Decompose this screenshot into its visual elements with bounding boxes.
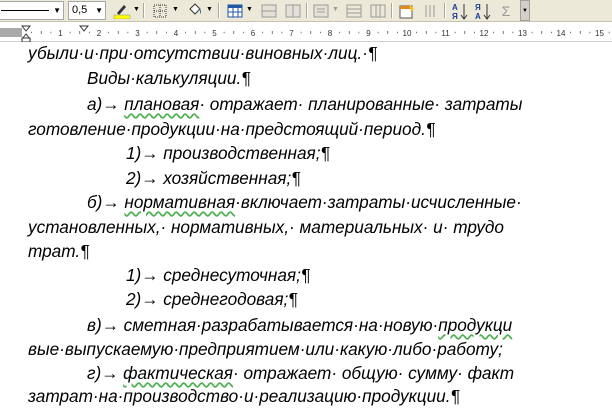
toolbar-separator [391, 3, 393, 18]
doc-line-12: в)→ сметная·разрабатывается·на·новую·про… [87, 315, 512, 336]
autosum-icon: Σ [501, 2, 511, 19]
table-icon [227, 4, 243, 17]
first-line-indent-marker[interactable] [20, 25, 32, 32]
ruler-number: 7 [289, 29, 294, 38]
doc-line-4: готовление·продукции·на·предстоящий·пери… [28, 119, 436, 139]
ruler-ticks: 1 2 3 4 5 6 7 8 9 10 11 12 13 14 15 [20, 25, 610, 42]
autoformat-icon [399, 3, 414, 18]
term-planned: плановая [124, 94, 200, 114]
ruler-number: 11 [441, 29, 450, 38]
distribute-rows-button[interactable] [344, 1, 364, 20]
border-width-combo[interactable]: 0,5 ▼ [68, 1, 106, 20]
doc-line-11: 2)→ среднегодовая;¶ [126, 289, 298, 309]
doc-line-8: установленных,· нормативных,· материальн… [28, 217, 504, 237]
doc-line-5: 1)→ производственная;¶ [126, 143, 330, 163]
line-style-combo[interactable]: ▼ [0, 1, 64, 20]
insert-table-button[interactable] [225, 1, 245, 20]
ruler-number: 4 [174, 29, 179, 38]
insert-table-dropdown-icon[interactable]: ▼ [246, 6, 253, 13]
toolbar-separator [218, 3, 220, 18]
ruler-number: 12 [480, 29, 489, 38]
sort-descending-icon: Я A [475, 3, 491, 20]
svg-text:Я: Я [475, 3, 481, 12]
formatting-toolbar: ▼ 0,5 ▼ ▼ ▼ ▼ ▼ ▼ A Я Я A Σ ▼ [0, 0, 612, 22]
doc-line-15: затрат·на·производство·и·реализацию·прод… [28, 386, 460, 406]
ruler-number: 9 [366, 29, 371, 38]
paint-bucket-icon [189, 3, 201, 15]
split-cells-button[interactable] [283, 1, 303, 20]
split-cells-icon [285, 4, 301, 17]
list-marker-b: б)→ [87, 192, 125, 212]
autosum-button[interactable]: Σ [496, 1, 516, 20]
toolbar-separator [143, 3, 145, 18]
list-marker-g: г)→ [87, 363, 124, 383]
toolbar-overflow-handle[interactable]: ▼ [520, 0, 530, 21]
line-style-preview [1, 10, 49, 11]
ruler-number: 5 [212, 29, 217, 38]
text-direction-button[interactable] [420, 1, 440, 20]
doc-line-9: трат.¶ [28, 241, 90, 261]
ruler-number: 2 [97, 29, 102, 38]
distribute-columns-icon [370, 4, 386, 17]
align-button[interactable] [311, 1, 331, 20]
ruler-number: 13 [518, 29, 527, 38]
ruler-number: 10 [403, 29, 412, 38]
sort-descending-button[interactable]: Я A [473, 1, 493, 20]
ruler-number: 8 [328, 29, 333, 38]
border-width-dropdown-icon[interactable]: ▼ [95, 2, 103, 19]
borders-button[interactable] [150, 1, 170, 20]
borders-dropdown-icon[interactable]: ▼ [172, 6, 179, 13]
borders-icon [153, 4, 167, 17]
svg-text:A: A [452, 3, 458, 12]
toolbar-separator [306, 3, 308, 18]
distribute-columns-button[interactable] [368, 1, 388, 20]
list-marker-a: а)→ [87, 94, 125, 114]
border-color-dropdown-icon[interactable]: ▼ [133, 6, 140, 13]
fill-color-dropdown-icon[interactable]: ▼ [206, 6, 213, 13]
doc-line-10: 1)→ среднесуточная;¶ [126, 265, 311, 285]
line-3-rest: · отражает· планированные· затраты [199, 94, 523, 114]
horizontal-ruler[interactable]: 1 2 3 4 5 6 7 8 9 10 11 12 13 14 15 [0, 23, 612, 42]
line-7-rest: ·включает·затраты·исчисленные· [235, 192, 522, 212]
merge-cells-icon [261, 4, 277, 17]
doc-line-13: вые·выпускаемую·предприятием·или·какую·л… [28, 339, 503, 359]
table-autoformat-button[interactable] [397, 1, 417, 20]
ruler-number: 6 [251, 29, 256, 38]
doc-line-14: г)→ фактическая· отражает· общую· сумму·… [87, 363, 514, 384]
text-direction-icon [425, 4, 435, 17]
pen-icon [113, 5, 131, 19]
document-page[interactable]: убыли·и·при·отсутствии·виновных·лиц.·¶ В… [0, 42, 612, 410]
toolbar-separator [444, 3, 446, 18]
fill-color-button[interactable] [185, 1, 205, 20]
line-style-dropdown-icon[interactable]: ▼ [53, 2, 61, 19]
ruler-number: 3 [135, 29, 140, 38]
toolbar-overflow-icon: ▼ [522, 8, 528, 14]
svg-text:A: A [475, 12, 481, 20]
ruler-number: 1 [58, 29, 63, 38]
term-actual: фактическая [123, 363, 233, 383]
line-12-body: сметная·разрабатывается·на·новую· [123, 315, 439, 335]
paragraph-indent-marker[interactable] [78, 25, 90, 32]
border-color-button[interactable] [112, 1, 132, 20]
ruler-number: 15 [595, 29, 604, 38]
term-normative: нормативная [124, 192, 236, 212]
align-icon [313, 4, 329, 17]
sort-ascending-button[interactable]: A Я [450, 1, 470, 20]
merge-cells-button[interactable] [259, 1, 279, 20]
border-width-value: 0,5 [72, 4, 88, 16]
doc-line-2: Виды·калькуляции.¶ [87, 68, 251, 88]
line-14-rest: · отражает· общую· сумму· факт [233, 363, 515, 383]
distribute-rows-icon [346, 4, 362, 17]
svg-text:Я: Я [452, 12, 458, 20]
doc-line-7: б)→ нормативная·включает·затраты·исчисле… [87, 192, 522, 213]
align-dropdown-icon[interactable]: ▼ [332, 6, 339, 13]
doc-line-6: 2)→ хозяйственная;¶ [126, 168, 301, 188]
ruler-number: 14 [557, 29, 566, 38]
doc-line-3: а)→ плановая· отражает· планированные· з… [87, 94, 522, 115]
term-product: продукци [438, 315, 513, 335]
list-marker-v: в)→ [87, 315, 124, 335]
sort-ascending-icon: A Я [452, 3, 468, 20]
doc-line-1: убыли·и·при·отсутствии·виновных·лиц.·¶ [28, 43, 378, 63]
